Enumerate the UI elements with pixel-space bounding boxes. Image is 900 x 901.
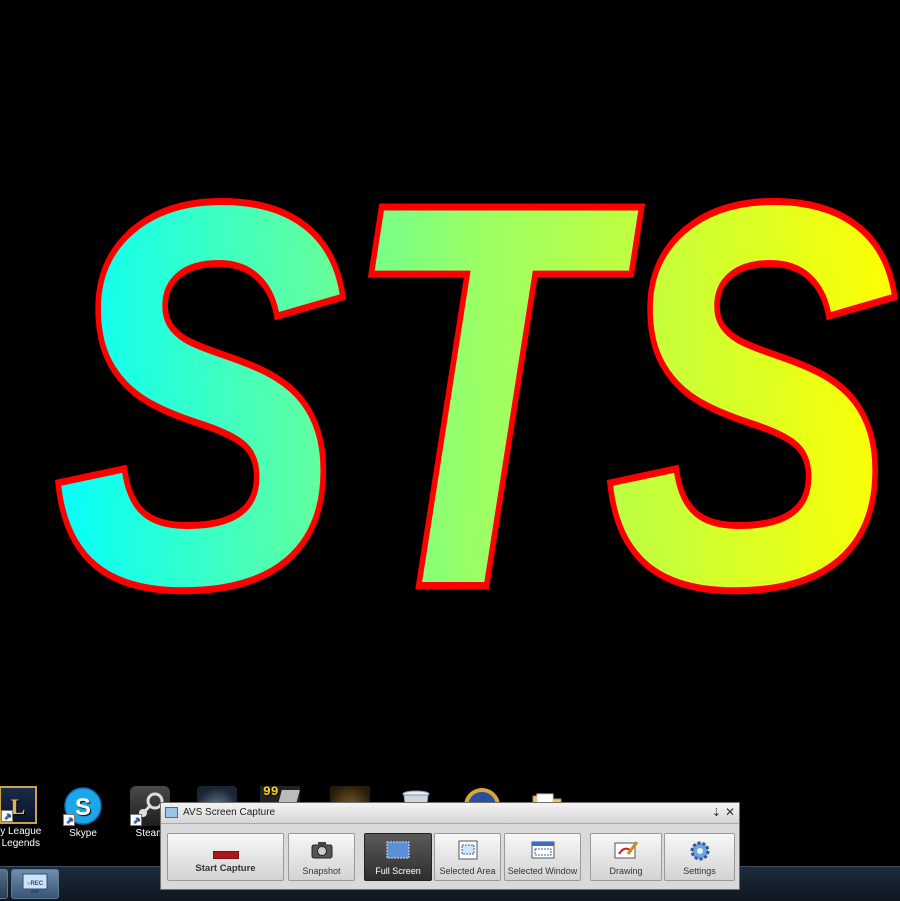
- pin-icon[interactable]: ⇣: [712, 806, 721, 819]
- app-monitor-icon: [165, 807, 178, 818]
- sts-logo: STS: [49, 87, 900, 704]
- shortcut-arrow-icon: ↗: [1, 810, 13, 822]
- drawing-icon: [614, 840, 639, 865]
- svg-text:○REC: ○REC: [27, 881, 44, 887]
- start-orb[interactable]: [0, 869, 8, 899]
- selected-area-icon: [456, 840, 480, 865]
- button-label: Selected Window: [507, 866, 578, 876]
- shortcut-arrow-icon: ↗: [130, 814, 142, 826]
- button-label: Start Capture: [195, 863, 256, 874]
- record-icon: [212, 846, 239, 864]
- desktop: STS L ↗ ay League f Legends S ↗ Skype ↗: [0, 0, 900, 901]
- gear-icon: [688, 840, 712, 867]
- full-screen-icon: [386, 840, 410, 865]
- avs-screen-capture-task[interactable]: ○REC: [11, 869, 59, 899]
- selected-area-button[interactable]: Selected Area: [434, 833, 501, 881]
- start-capture-button[interactable]: Start Capture: [167, 833, 284, 881]
- drawing-button[interactable]: Drawing: [590, 833, 662, 881]
- logo-text: STS: [56, 94, 898, 697]
- shortcut-arrow-icon: ↗: [63, 814, 75, 826]
- camera-icon: [310, 840, 334, 865]
- button-label: Snapshot: [302, 866, 341, 876]
- skype-icon: S ↗: [63, 786, 103, 826]
- button-label: Drawing: [609, 866, 643, 876]
- avs-screen-capture-window: AVS Screen Capture ⇣ ✕ Start Capture Sna…: [160, 802, 740, 890]
- button-label: Selected Area: [439, 866, 496, 876]
- close-icon[interactable]: ✕: [725, 805, 735, 819]
- button-label: Settings: [683, 866, 716, 876]
- title-bar[interactable]: AVS Screen Capture ⇣ ✕: [161, 803, 739, 824]
- badge-text: 99: [263, 784, 279, 799]
- selected-window-icon: [531, 840, 555, 865]
- svg-text:S: S: [75, 794, 91, 821]
- window-title: AVS Screen Capture: [183, 807, 276, 818]
- league-of-legends-icon: L ↗: [0, 786, 37, 824]
- settings-button[interactable]: Settings: [664, 833, 735, 881]
- snapshot-button[interactable]: Snapshot: [288, 833, 355, 881]
- selected-window-button[interactable]: Selected Window: [504, 833, 581, 881]
- full-screen-button[interactable]: Full Screen: [364, 833, 432, 881]
- button-label: Full Screen: [375, 866, 421, 876]
- monitor-icon: ○REC: [22, 873, 48, 893]
